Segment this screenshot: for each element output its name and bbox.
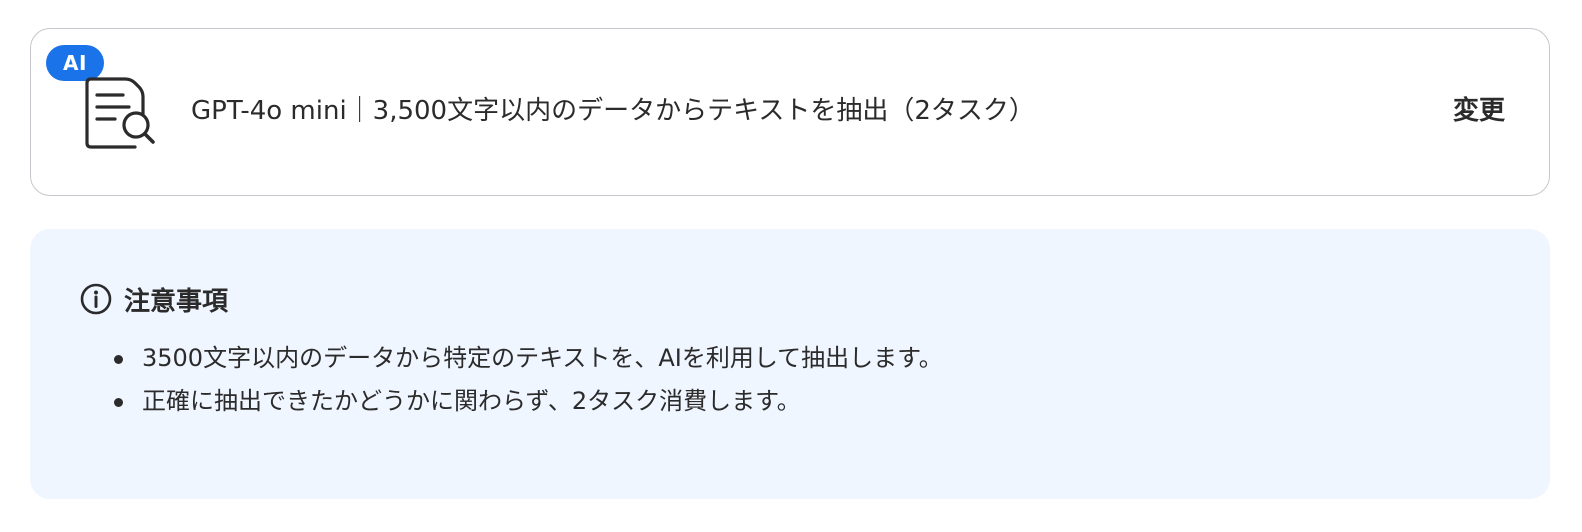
notice-panel: 注意事項 3500文字以内のデータから特定のテキストを、AIを利用して抽出します…	[30, 229, 1550, 499]
notice-header: 注意事項	[80, 281, 228, 317]
info-icon	[80, 283, 112, 315]
ai-badge: AI	[46, 45, 104, 81]
notice-title: 注意事項	[124, 286, 229, 317]
notice-item: 3500文字以内のデータから特定のテキストを、AIを利用して抽出します。	[114, 337, 943, 380]
notice-list: 3500文字以内のデータから特定のテキストを、AIを利用して抽出します。 正確に…	[114, 337, 943, 423]
change-button[interactable]: 変更	[1453, 89, 1505, 133]
document-search-icon	[85, 77, 155, 149]
action-label: GPT-4o mini｜3,500文字以内のデータからテキストを抽出（2タスク）	[191, 96, 1035, 126]
action-card: AI GPT-4o mini｜3,500文字以内のデータからテキストを抽出（2タ…	[30, 28, 1550, 196]
notice-item: 正確に抽出できたかどうかに関わらず、2タスク消費します。	[114, 380, 943, 423]
